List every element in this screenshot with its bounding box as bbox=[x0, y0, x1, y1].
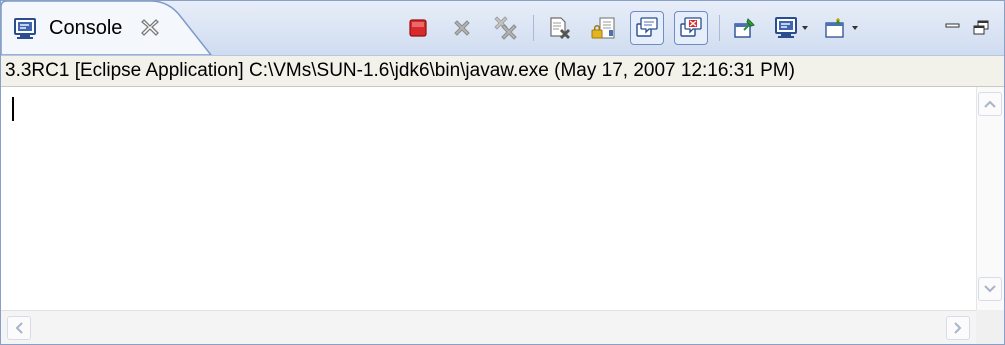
scrollbar-corner bbox=[976, 310, 1004, 344]
monitor-icon bbox=[775, 17, 808, 38]
pin-console-button[interactable] bbox=[728, 11, 762, 45]
pin-icon bbox=[734, 18, 755, 38]
toolbar-separator bbox=[533, 15, 534, 41]
minimize-icon bbox=[945, 23, 960, 28]
remove-all-terminated-button[interactable] bbox=[489, 11, 523, 45]
remove-launch-button[interactable] bbox=[445, 11, 479, 45]
console-bubble-error-icon bbox=[680, 17, 702, 37]
console-icon bbox=[13, 18, 37, 40]
view-tab-bar: Console bbox=[1, 1, 1004, 55]
toolbar-separator bbox=[719, 15, 720, 41]
scroll-up-button[interactable] bbox=[978, 92, 1002, 116]
console-output-area[interactable] bbox=[1, 87, 976, 310]
console-bubble-icon bbox=[636, 17, 658, 37]
close-icon[interactable] bbox=[139, 16, 161, 38]
text-caret bbox=[12, 97, 14, 121]
gray-x-icon bbox=[454, 20, 470, 36]
maximize-button[interactable] bbox=[969, 11, 993, 45]
tab-console[interactable]: Console bbox=[1, 1, 213, 55]
clear-page-icon bbox=[550, 17, 570, 39]
new-console-icon bbox=[825, 18, 858, 38]
process-label: 3.3RC1 [Eclipse Application] C:\VMs\SUN-… bbox=[1, 55, 1004, 87]
console-view: Console 3.3RC1 [Eclipse Application] C:\… bbox=[0, 0, 1005, 345]
vertical-scrollbar[interactable] bbox=[976, 87, 1004, 310]
red-square-icon bbox=[409, 19, 427, 37]
scroll-right-button[interactable] bbox=[946, 316, 970, 340]
double-gray-x-icon bbox=[494, 16, 517, 40]
scroll-down-button[interactable] bbox=[978, 277, 1002, 301]
clear-console-button[interactable] bbox=[542, 11, 576, 45]
chevron-right-icon bbox=[954, 322, 962, 334]
scroll-lock-button[interactable] bbox=[586, 11, 620, 45]
tab-label: Console bbox=[49, 17, 123, 39]
open-console-button[interactable] bbox=[822, 11, 862, 45]
scroll-lock-icon bbox=[591, 17, 615, 39]
chevron-up-icon bbox=[984, 100, 996, 108]
minimize-button[interactable] bbox=[941, 11, 965, 45]
show-on-stdout-button[interactable] bbox=[630, 11, 664, 45]
display-console-button[interactable] bbox=[772, 11, 812, 45]
maximize-icon bbox=[973, 20, 989, 35]
chevron-left-icon bbox=[15, 322, 23, 334]
show-on-stderr-button[interactable] bbox=[674, 11, 708, 45]
terminate-button[interactable] bbox=[401, 11, 435, 45]
chevron-down-icon bbox=[984, 285, 996, 293]
scroll-left-button[interactable] bbox=[7, 316, 31, 340]
horizontal-scrollbar[interactable] bbox=[1, 310, 976, 344]
